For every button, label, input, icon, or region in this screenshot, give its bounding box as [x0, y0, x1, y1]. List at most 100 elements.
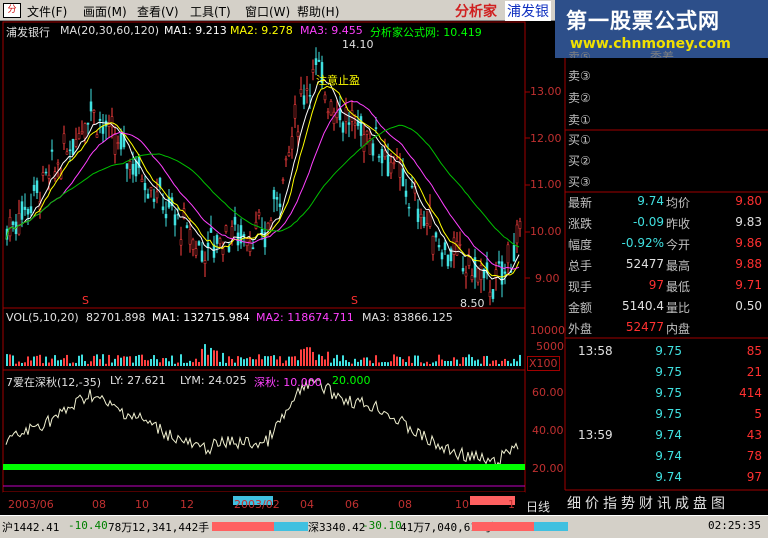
candle-body: [290, 136, 294, 150]
candle-body: [188, 229, 192, 245]
quote-value-right-4: 9.71: [735, 278, 762, 292]
candle-body: [128, 161, 132, 170]
stock-tab[interactable]: 浦发银: [505, 1, 551, 21]
candle-body: [80, 131, 84, 134]
candle-body: [11, 221, 15, 225]
tick-time-4: 13:59: [578, 428, 613, 442]
sh-volume: 12,341,442手: [132, 521, 210, 534]
volume-bar: [330, 362, 332, 366]
candle-body: [353, 122, 357, 126]
menu-view[interactable]: 查看(V): [137, 3, 179, 20]
volume-bar: [156, 359, 158, 366]
volume-bar: [78, 355, 80, 366]
volume-bar: [117, 355, 119, 366]
x-label-4: 2003/02: [234, 498, 280, 511]
volume-bar: [36, 355, 38, 366]
price-tick-9: 9.00: [535, 272, 560, 285]
volume-bar: [144, 359, 146, 366]
sell-2: 卖②: [568, 91, 591, 105]
volume-bar: [141, 354, 143, 366]
candle-body: [104, 120, 108, 127]
volume-bar: [30, 360, 32, 366]
candle-body: [197, 241, 201, 246]
candle-body: [77, 133, 81, 140]
menu-tools[interactable]: 工具(T): [190, 3, 231, 20]
candle-body: [446, 254, 450, 267]
volume-bar: [327, 351, 329, 366]
volume-bar: [438, 354, 440, 366]
app-icon[interactable]: 分: [3, 3, 21, 18]
candle-body: [497, 261, 501, 264]
menu-help[interactable]: 帮助(H): [297, 3, 339, 20]
period-daily-button[interactable]: 日线: [526, 498, 550, 515]
status-bar: 沪1442.41 -10.40 78万 12,341,442手 深3340.42…: [0, 515, 768, 538]
volume-bar: [96, 354, 98, 366]
price-candles: [5, 47, 522, 306]
volume-bar: [171, 355, 173, 366]
candle-body: [479, 265, 483, 280]
volume-bar: [339, 361, 341, 366]
volume-bar: [33, 356, 35, 366]
volume-bar: [183, 362, 185, 366]
tab-news[interactable]: 讯: [657, 493, 671, 513]
candle-body: [203, 260, 207, 264]
x-label-6: 06: [345, 498, 359, 511]
volume-bar: [357, 361, 359, 366]
volume-bar: [459, 363, 461, 366]
tab-trend[interactable]: 势: [621, 493, 635, 513]
volume-bar: [363, 357, 365, 366]
volume-bar: [507, 360, 509, 366]
candle-body: [149, 186, 153, 191]
sz-change: -30.10: [362, 519, 402, 532]
menu-window[interactable]: 窗口(W): [245, 3, 290, 20]
tab-chart[interactable]: 图: [711, 493, 725, 513]
candle-body: [92, 109, 96, 113]
tick-price-2: 9.75: [655, 386, 682, 400]
tab-book[interactable]: 盘: [693, 493, 707, 513]
volume-bar: [267, 356, 269, 366]
tab-finance[interactable]: 财: [639, 493, 653, 513]
volume-bar: [324, 359, 326, 366]
tab-detail[interactable]: 细: [567, 493, 581, 513]
candle-body: [152, 198, 156, 202]
candle-body: [326, 111, 330, 114]
volume-bar: [321, 356, 323, 366]
candle-body: [221, 248, 225, 255]
volume-bar: [72, 362, 74, 366]
vol-unit: X100: [527, 356, 560, 371]
candle-body: [50, 149, 54, 152]
candle-body: [41, 172, 45, 176]
candle-body: [401, 168, 405, 187]
tick-volume-3: 5: [754, 407, 762, 421]
volume-bar: [108, 354, 110, 366]
volume-bar: [519, 354, 521, 366]
tab-index[interactable]: 指: [603, 493, 617, 513]
menu-screen[interactable]: 画面(M): [83, 3, 127, 20]
menu-file[interactable]: 文件(F): [27, 3, 67, 20]
volume-bar: [6, 354, 8, 366]
candle-body: [503, 271, 507, 274]
volume-bar: [480, 363, 482, 366]
stock-name: 浦发银行: [6, 26, 50, 39]
tab-trades[interactable]: 成: [675, 493, 689, 513]
volume-bar: [168, 361, 170, 366]
quote-value-right-2: 9.86: [735, 236, 762, 250]
volume-bars: [6, 344, 521, 366]
volume-bar: [69, 363, 71, 366]
tab-price[interactable]: 价: [585, 493, 599, 513]
volume-bar: [228, 356, 230, 366]
volume-bar: [126, 356, 128, 366]
candle-body: [179, 239, 183, 246]
volume-bar: [264, 356, 266, 366]
volume-bar: [336, 354, 338, 366]
candle-body: [86, 122, 90, 125]
indicator-label: 7爱在深秋(12,-35): [6, 376, 102, 389]
sz-index: 深3340.42: [308, 521, 366, 534]
volume-bar: [153, 355, 155, 366]
quote-label-right-5: 量比: [666, 301, 691, 315]
candle-body: [437, 245, 441, 248]
ma3-line: [5, 100, 520, 270]
candle-body: [293, 104, 297, 119]
candle-body: [488, 291, 492, 297]
quote-label-5: 金额: [568, 301, 593, 315]
